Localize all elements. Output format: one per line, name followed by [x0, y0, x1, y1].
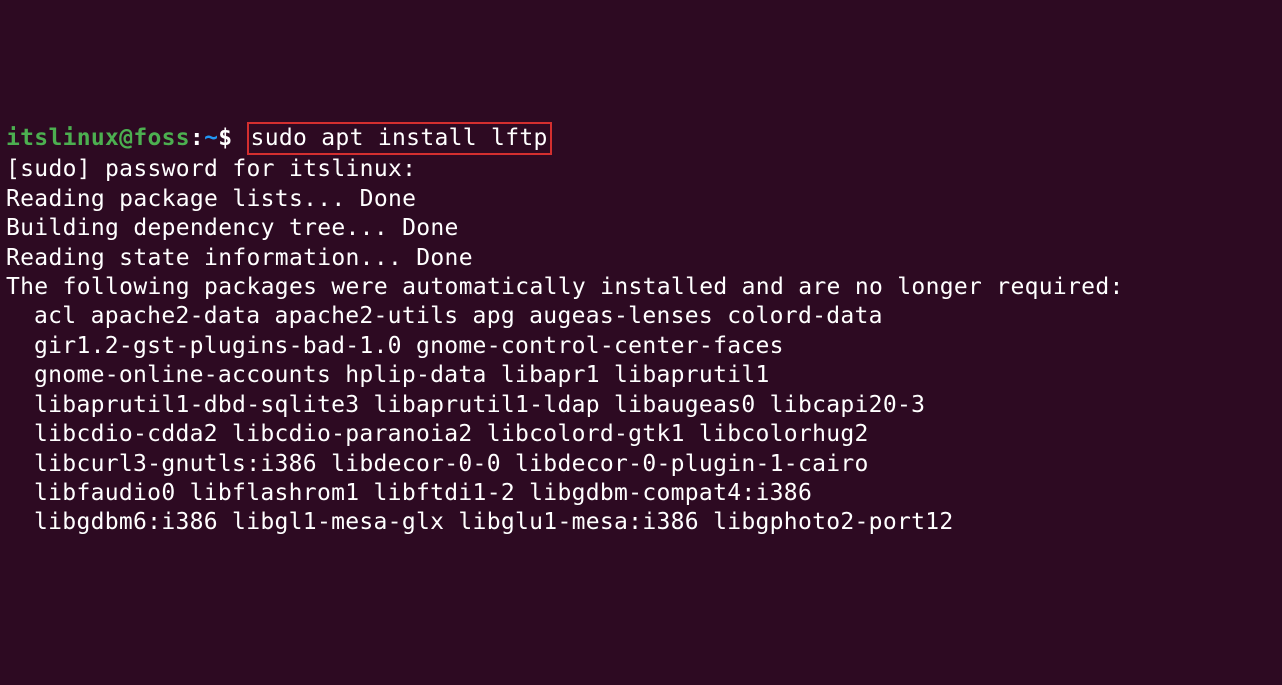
prompt-user-host: itslinux@foss — [6, 125, 190, 151]
prompt-line: itslinux@foss:~$ sudo apt install lftp — [6, 125, 552, 151]
prompt-path: ~ — [204, 125, 218, 151]
package-list-line: libgdbm6:i386 libgl1-mesa-glx libglu1-me… — [6, 509, 954, 535]
output-auto-installed-header: The following packages were automaticall… — [6, 274, 1124, 300]
output-reading-state: Reading state information... Done — [6, 245, 473, 271]
package-list-line: libaprutil1-dbd-sqlite3 libaprutil1-ldap… — [6, 392, 925, 418]
package-list-line: gnome-online-accounts hplip-data libapr1… — [6, 362, 770, 388]
package-list-line: acl apache2-data apache2-utils apg augea… — [6, 303, 883, 329]
package-list-line: gir1.2-gst-plugins-bad-1.0 gnome-control… — [6, 333, 784, 359]
prompt-symbol: $ — [218, 125, 232, 151]
package-list-line: libcdio-cdda2 libcdio-paranoia2 libcolor… — [6, 421, 869, 447]
output-sudo-password: [sudo] password for itslinux: — [6, 156, 416, 182]
output-building-tree: Building dependency tree... Done — [6, 215, 459, 241]
prompt-separator: : — [190, 125, 204, 151]
package-list-line: libcurl3-gnutls:i386 libdecor-0-0 libdec… — [6, 451, 869, 477]
command-text: sudo apt install lftp — [247, 122, 552, 155]
package-list-line: libfaudio0 libflashrom1 libftdi1-2 libgd… — [6, 480, 812, 506]
output-reading-packages: Reading package lists... Done — [6, 186, 416, 212]
terminal-output: itslinux@foss:~$ sudo apt install lftp [… — [6, 122, 1276, 538]
